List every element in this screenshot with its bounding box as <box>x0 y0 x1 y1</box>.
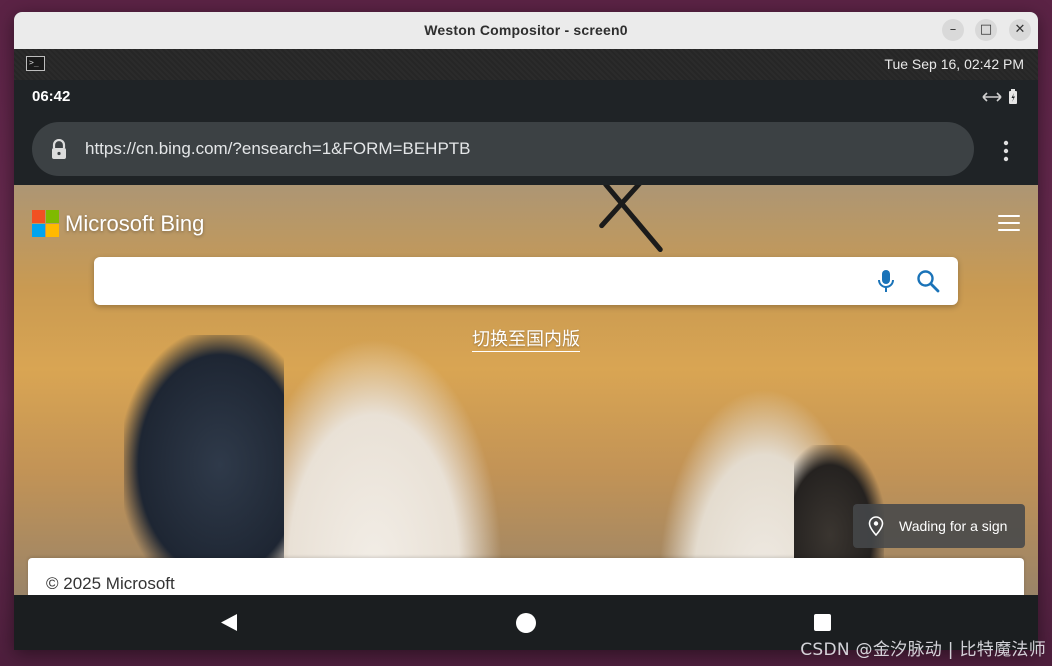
android-status-bar: 06:42 <box>14 80 1038 114</box>
background-beak-2 <box>602 185 664 254</box>
back-icon[interactable] <box>220 613 238 632</box>
watermark-text: CSDN @金汐脉动 | 比特魔法师 <box>800 640 1046 660</box>
minimize-button[interactable]: – <box>942 19 964 41</box>
recent-apps-icon[interactable] <box>814 614 831 631</box>
data-transfer-icon <box>982 92 1002 102</box>
maximize-button[interactable]: □ <box>975 19 997 41</box>
location-pin-icon <box>868 516 884 536</box>
bing-logo-text: Microsoft Bing <box>65 211 205 236</box>
image-caption-chip[interactable]: Wading for a sign <box>853 504 1025 548</box>
status-time: 06:42 <box>32 88 71 105</box>
android-screen: 06:42 https://cn.bing.com/?ensearch=1&FO… <box>14 80 1038 650</box>
lock-icon[interactable] <box>50 139 68 159</box>
search-box[interactable] <box>94 257 958 305</box>
browser-toolbar: https://cn.bing.com/?ensearch=1&FORM=BEH… <box>14 114 1038 185</box>
more-options-icon[interactable] <box>1002 140 1010 162</box>
hamburger-menu-icon[interactable] <box>998 215 1020 231</box>
search-icon[interactable] <box>916 269 940 293</box>
image-caption-text: Wading for a sign <box>899 518 1008 534</box>
weston-window: Weston Compositor - screen0 – □ ✕ >_ Tue… <box>14 12 1038 650</box>
copyright-text: © 2025 Microsoft <box>46 574 175 593</box>
battery-icon <box>1009 89 1017 104</box>
microsoft-logo-icon <box>32 210 59 237</box>
switch-to-domestic-link[interactable]: 切换至国内版 <box>472 329 580 352</box>
weston-panel: >_ Tue Sep 16, 02:42 PM <box>14 49 1038 80</box>
web-page: Microsoft Bing 切换至国内版 Wading for a sign … <box>14 185 1038 595</box>
switch-region-link-wrap: 切换至国内版 <box>14 325 1038 352</box>
microphone-icon[interactable] <box>876 269 896 293</box>
terminal-icon[interactable]: >_ <box>26 56 45 71</box>
search-input[interactable] <box>108 265 852 299</box>
window-title: Weston Compositor - screen0 <box>424 22 628 38</box>
panel-clock: Tue Sep 16, 02:42 PM <box>884 56 1024 72</box>
address-bar[interactable]: https://cn.bing.com/?ensearch=1&FORM=BEH… <box>32 122 974 176</box>
background-image-shade <box>124 335 284 595</box>
close-button[interactable]: ✕ <box>1009 19 1031 41</box>
footer-card: © 2025 Microsoft <box>28 558 1024 595</box>
home-icon[interactable] <box>516 613 536 633</box>
url-text[interactable]: https://cn.bing.com/?ensearch=1&FORM=BEH… <box>85 122 471 176</box>
window-titlebar[interactable]: Weston Compositor - screen0 – □ ✕ <box>14 12 1038 50</box>
